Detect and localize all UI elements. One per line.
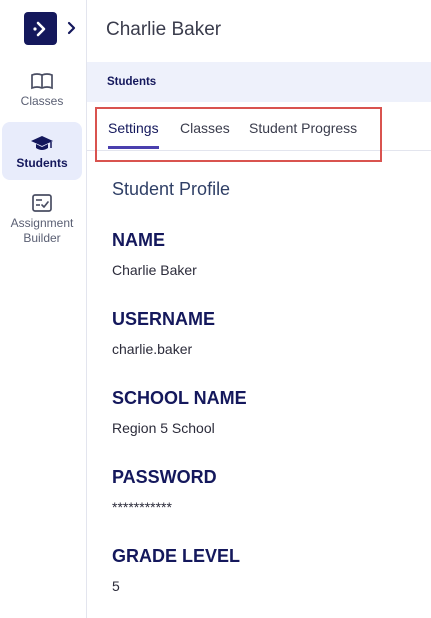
field-label-password: PASSWORD: [112, 467, 217, 487]
section-title: Student Profile: [112, 179, 231, 199]
tab-classes[interactable]: Classes: [180, 120, 230, 136]
field-label-school-name: SCHOOL NAME: [112, 388, 247, 408]
field-value-grade-level: 5: [112, 578, 120, 594]
sidebar-item-classes[interactable]: Classes: [2, 70, 82, 112]
breadcrumb: Students: [87, 62, 431, 102]
expand-sidebar-button[interactable]: [64, 19, 78, 37]
page-header: Charlie Baker: [87, 0, 431, 62]
sidebar-item-students[interactable]: Students: [2, 122, 82, 180]
field-value-password: ***********: [112, 499, 172, 515]
book-open-icon: [30, 70, 54, 92]
breadcrumb-current[interactable]: Students: [107, 76, 156, 88]
sidebar: Classes Students Assignment Builder: [0, 0, 87, 618]
checklist-icon: [31, 192, 53, 214]
field-value-username: charlie.baker: [112, 341, 193, 357]
sidebar-item-assignment-builder[interactable]: Assignment Builder: [2, 192, 82, 248]
field-value-name: Charlie Baker: [112, 262, 197, 278]
field-label-grade-level: GRADE LEVEL: [112, 546, 241, 566]
tab-student-progress[interactable]: Student Progress: [249, 120, 357, 136]
sidebar-item-label: Assignment Builder: [10, 216, 74, 245]
sidebar-item-label: Classes: [20, 94, 64, 108]
graduation-cap-icon: [30, 132, 54, 154]
tab-settings[interactable]: Settings: [108, 120, 159, 136]
field-label-name: NAME: [112, 230, 165, 250]
tab-bar: Settings Classes Student Progress: [87, 102, 431, 151]
active-tab-indicator: [108, 146, 159, 149]
logo-arrow-icon: [32, 21, 45, 36]
app-logo[interactable]: [24, 12, 57, 45]
field-value-school-name: Region 5 School: [112, 420, 215, 436]
field-label-username: USERNAME: [112, 309, 216, 329]
chevron-right-icon: [67, 21, 76, 35]
page-title: Charlie Baker: [106, 19, 222, 40]
sidebar-item-label: Students: [16, 155, 68, 170]
